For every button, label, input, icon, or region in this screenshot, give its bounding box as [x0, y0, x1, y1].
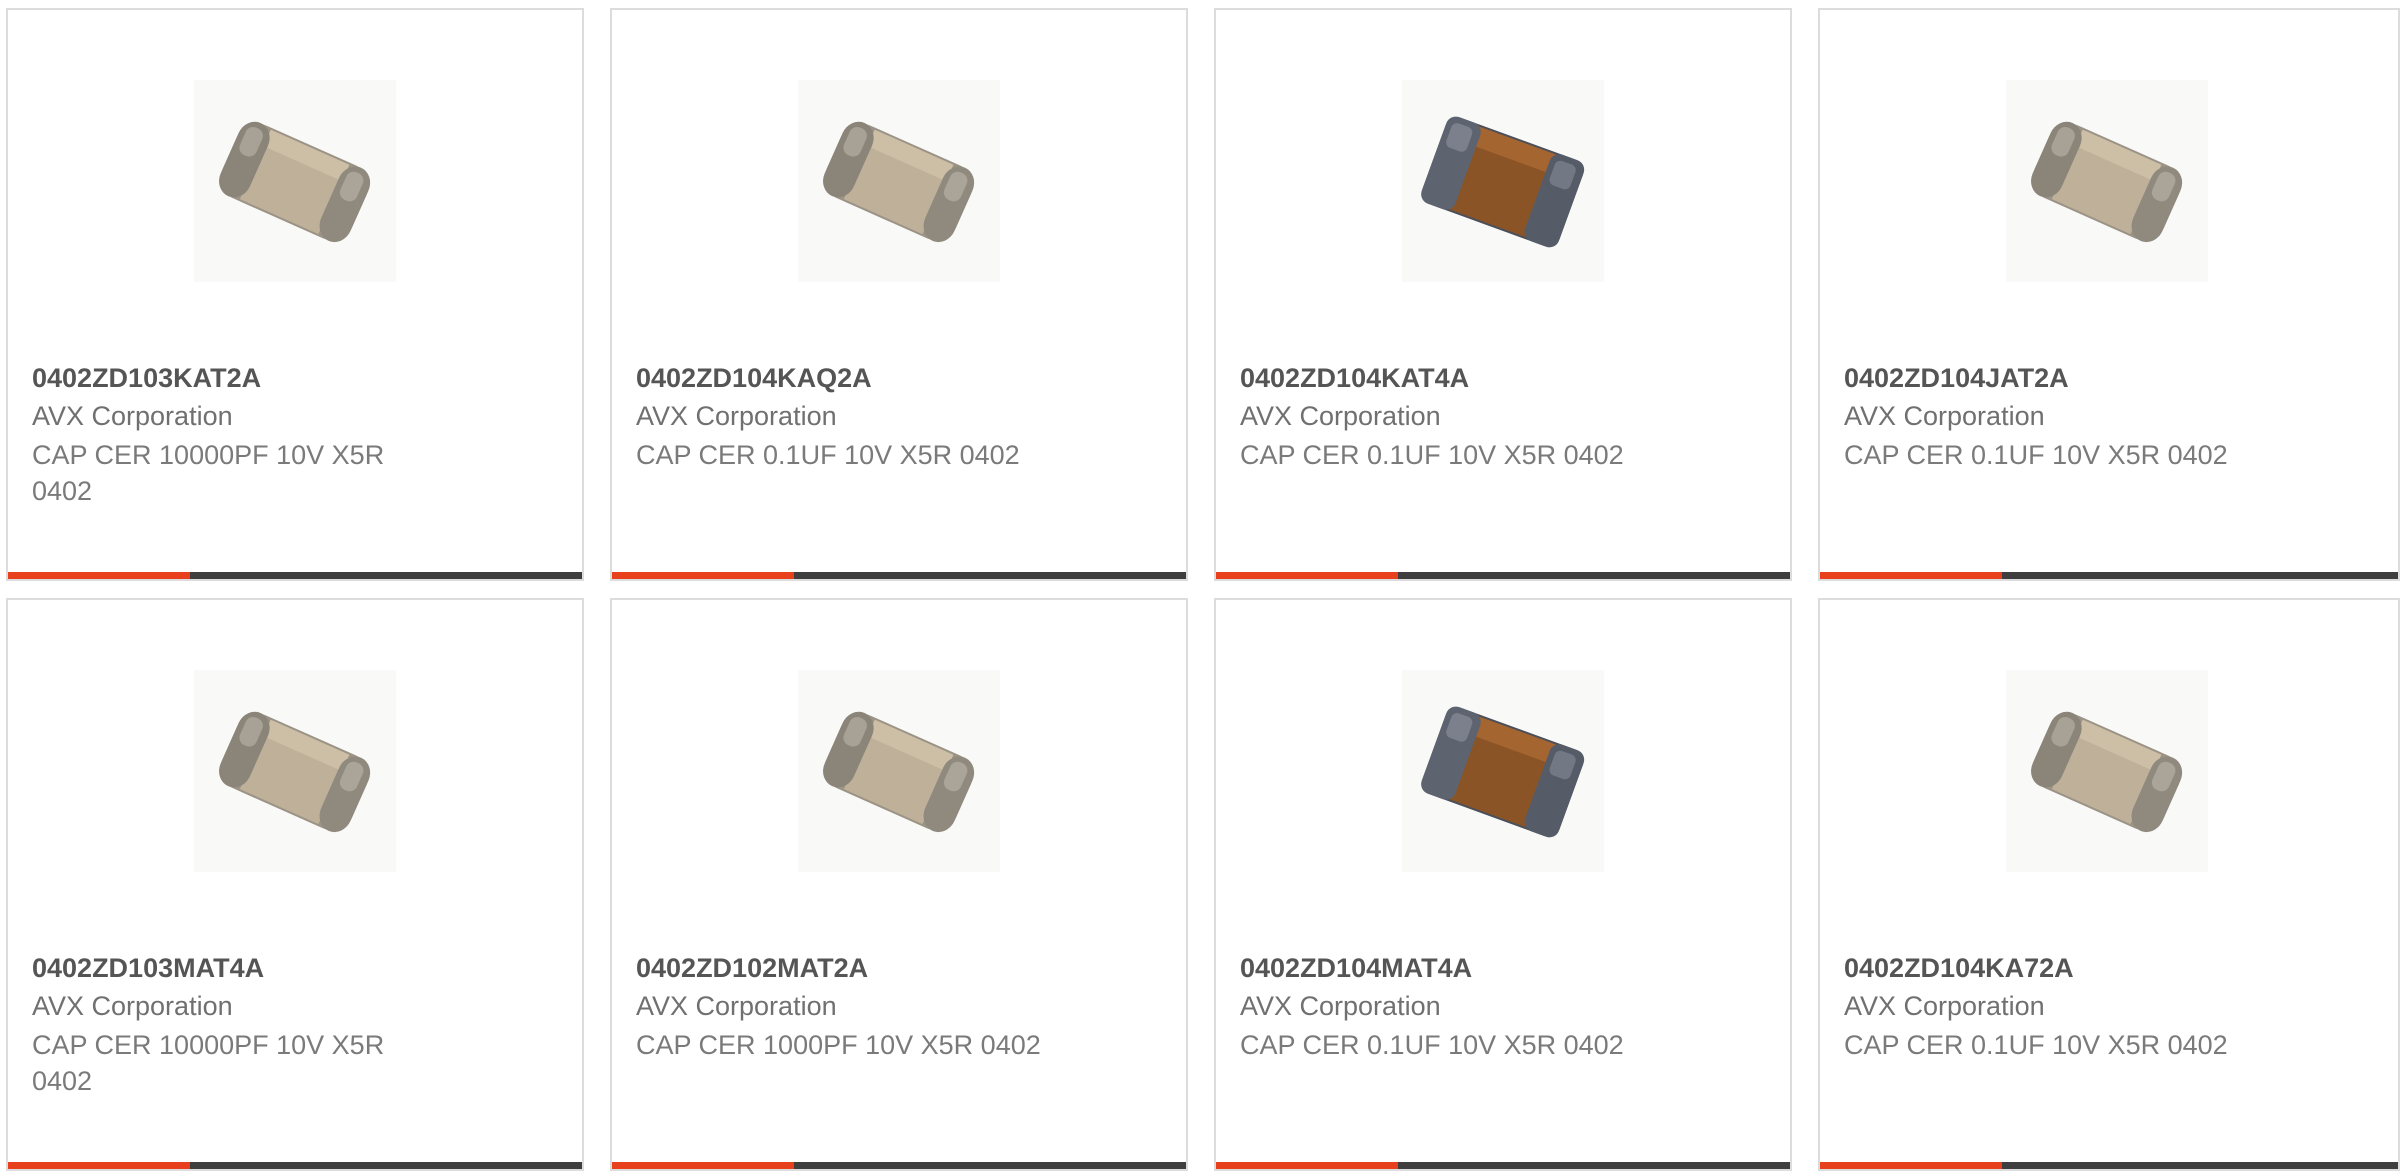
card-bottom-bar [8, 572, 582, 579]
product-card[interactable]: 0402ZD103MAT4A AVX Corporation CAP CER 1… [6, 598, 584, 1171]
card-bottom-bar [612, 1162, 1186, 1169]
manufacturer: AVX Corporation [32, 991, 233, 1021]
part-number[interactable]: 0402ZD104MAT4A [1240, 953, 1472, 984]
card-accent [8, 1162, 190, 1169]
ceramic-capacitor-icon [1402, 670, 1604, 872]
description: CAP CER 0.1UF 10V X5R 0402 [1844, 440, 2228, 470]
capacitor-image[interactable] [2006, 670, 2208, 872]
capacitor-image[interactable] [798, 80, 1000, 282]
card-accent [1216, 572, 1398, 579]
product-card[interactable]: 0402ZD104JAT2A AVX Corporation CAP CER 0… [1818, 8, 2400, 581]
ceramic-capacitor-icon [194, 80, 396, 282]
part-number[interactable]: 0402ZD103KAT2A [32, 363, 261, 394]
card-accent [8, 572, 190, 579]
ceramic-capacitor-icon [2006, 670, 2208, 872]
ceramic-capacitor-icon [2006, 80, 2208, 282]
card-bottom-bar [8, 1162, 582, 1169]
ceramic-capacitor-icon [798, 80, 1000, 282]
ceramic-capacitor-icon [1402, 80, 1604, 282]
manufacturer: AVX Corporation [636, 991, 837, 1021]
capacitor-image[interactable] [798, 670, 1000, 872]
part-number[interactable]: 0402ZD104KA72A [1844, 953, 2074, 984]
part-number[interactable]: 0402ZD104JAT2A [1844, 363, 2069, 394]
card-bottom-bar [1216, 1162, 1790, 1169]
card-bottom-bar [1820, 572, 2398, 579]
ceramic-capacitor-icon [798, 670, 1000, 872]
card-accent [1216, 1162, 1398, 1169]
manufacturer: AVX Corporation [1844, 991, 2045, 1021]
part-number[interactable]: 0402ZD104KAT4A [1240, 363, 1469, 394]
product-card[interactable]: 0402ZD104KAT4A AVX Corporation CAP CER 0… [1214, 8, 1792, 581]
manufacturer: AVX Corporation [636, 401, 837, 431]
product-card[interactable]: 0402ZD104KA72A AVX Corporation CAP CER 0… [1818, 598, 2400, 1171]
product-grid: 0402ZD103KAT2A AVX Corporation CAP CER 1… [0, 0, 2400, 1171]
product-card[interactable]: 0402ZD104KAQ2A AVX Corporation CAP CER 0… [610, 8, 1188, 581]
capacitor-image[interactable] [194, 80, 396, 282]
description: CAP CER 1000PF 10V X5R 0402 [636, 1030, 1041, 1060]
description: CAP CER 0.1UF 10V X5R 0402 [636, 440, 1020, 470]
description: CAP CER 10000PF 10V X5R 0402 [32, 440, 385, 506]
description: CAP CER 0.1UF 10V X5R 0402 [1240, 440, 1624, 470]
card-accent [1820, 572, 2002, 579]
product-card[interactable]: 0402ZD103KAT2A AVX Corporation CAP CER 1… [6, 8, 584, 581]
card-accent [612, 572, 794, 579]
manufacturer: AVX Corporation [1240, 991, 1441, 1021]
card-accent [612, 1162, 794, 1169]
description: CAP CER 0.1UF 10V X5R 0402 [1240, 1030, 1624, 1060]
card-bottom-bar [1216, 572, 1790, 579]
description: CAP CER 10000PF 10V X5R 0402 [32, 1030, 385, 1096]
product-card[interactable]: 0402ZD104MAT4A AVX Corporation CAP CER 0… [1214, 598, 1792, 1171]
capacitor-image[interactable] [1402, 670, 1604, 872]
card-bottom-bar [1820, 1162, 2398, 1169]
capacitor-image[interactable] [1402, 80, 1604, 282]
manufacturer: AVX Corporation [1240, 401, 1441, 431]
description: CAP CER 0.1UF 10V X5R 0402 [1844, 1030, 2228, 1060]
part-number[interactable]: 0402ZD102MAT2A [636, 953, 868, 984]
card-bottom-bar [612, 572, 1186, 579]
part-number[interactable]: 0402ZD103MAT4A [32, 953, 264, 984]
capacitor-image[interactable] [194, 670, 396, 872]
ceramic-capacitor-icon [194, 670, 396, 872]
manufacturer: AVX Corporation [32, 401, 233, 431]
card-accent [1820, 1162, 2002, 1169]
part-number[interactable]: 0402ZD104KAQ2A [636, 363, 872, 394]
manufacturer: AVX Corporation [1844, 401, 2045, 431]
capacitor-image[interactable] [2006, 80, 2208, 282]
product-card[interactable]: 0402ZD102MAT2A AVX Corporation CAP CER 1… [610, 598, 1188, 1171]
